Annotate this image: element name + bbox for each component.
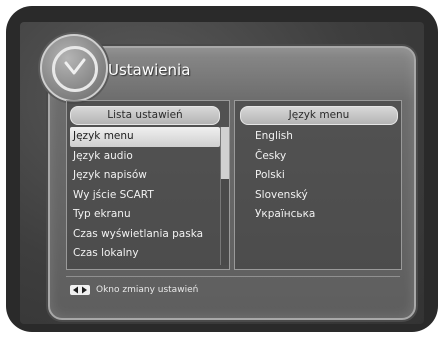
language-option-label: Українська <box>255 208 316 220</box>
settings-list-header: Lista ustawień <box>70 106 220 125</box>
settings-item-banner-display-time[interactable]: Czas wyświetlania paska <box>70 225 220 245</box>
footer-divider <box>66 276 400 277</box>
scrollbar-thumb[interactable] <box>221 127 229 179</box>
language-option-ukrainian[interactable]: Українська <box>252 205 392 225</box>
language-option-czech[interactable]: Česky <box>252 147 392 167</box>
footer-hint-text: Okno zmiany ustawień <box>96 285 199 295</box>
settings-item-local-time[interactable]: Czas lokalny <box>70 244 220 264</box>
language-options-header: Język menu <box>240 106 398 125</box>
language-option-label: English <box>255 130 293 142</box>
settings-item-scart-output[interactable]: Wy jście SCART <box>70 186 220 206</box>
clock-icon <box>40 34 108 102</box>
left-right-arrows-icon <box>70 285 90 295</box>
settings-item-subtitle-language[interactable]: Język napisów <box>70 166 220 186</box>
clock-face <box>52 46 98 92</box>
language-option-label: Česky <box>255 149 287 162</box>
settings-list: Język menu Język audio Język napisów Wy … <box>70 127 220 264</box>
language-option-polish[interactable]: ✔Polski <box>252 166 392 186</box>
settings-item-screen-type[interactable]: Typ ekranu <box>70 205 220 225</box>
language-option-slovak[interactable]: Slovenský <box>252 186 392 206</box>
language-option-english[interactable]: English <box>252 127 392 147</box>
settings-list-scrollbar[interactable] <box>220 127 229 265</box>
settings-item-audio-language[interactable]: Język audio <box>70 147 220 167</box>
page-title: Ustawienia <box>108 61 191 79</box>
language-options-list: English Česky ✔Polski Slovenský Українсь… <box>252 127 392 225</box>
language-option-label: Polski <box>255 169 285 181</box>
language-option-label: Slovenský <box>255 188 308 201</box>
settings-item-menu-language[interactable]: Język menu <box>70 127 220 147</box>
